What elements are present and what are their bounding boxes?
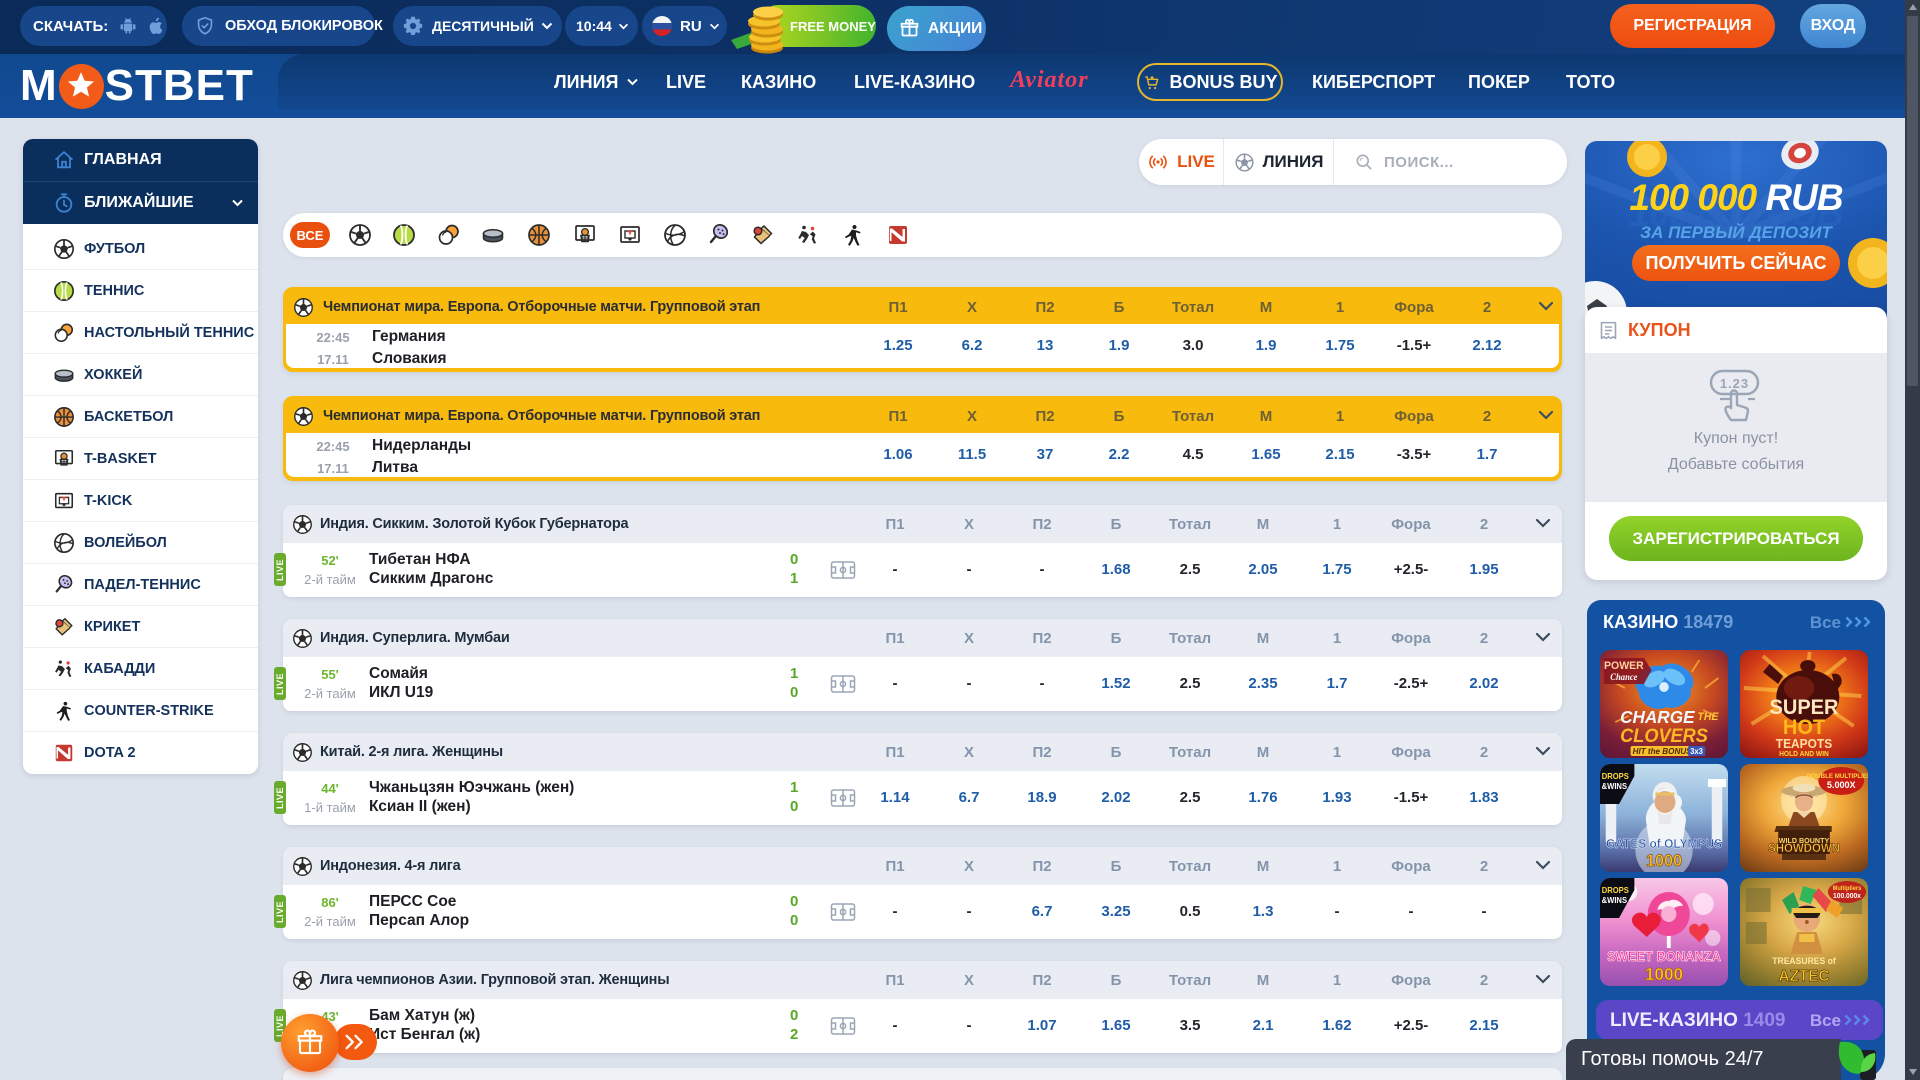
svg-text:HOLD AND WIN: HOLD AND WIN (1779, 751, 1829, 758)
svg-text:HOT: HOT (1783, 716, 1826, 740)
svg-text:1000: 1000 (1645, 964, 1683, 984)
svg-text:Chance: Chance (1610, 672, 1637, 682)
svg-text:CLOVERS: CLOVERS (1620, 725, 1708, 746)
svg-text:SWEET BONANZA: SWEET BONANZA (1607, 949, 1721, 964)
svg-text:DROPS: DROPS (1602, 886, 1629, 895)
svg-text:TREASURES of: TREASURES of (1772, 956, 1836, 966)
svg-text:Multipliers: Multipliers (1833, 886, 1862, 892)
svg-text:TEAPOTS: TEAPOTS (1776, 737, 1832, 751)
svg-text:1000: 1000 (1646, 851, 1682, 870)
svg-text:POWER: POWER (1604, 660, 1644, 672)
svg-text:DROPS: DROPS (1602, 772, 1629, 781)
svg-text:AZTEC: AZTEC (1779, 968, 1830, 985)
svg-text:&WINS: &WINS (1602, 782, 1627, 791)
svg-text:GATES of OLYMPUS: GATES of OLYMPUS (1606, 837, 1722, 851)
svg-text:5.000X: 5.000X (1827, 780, 1856, 790)
svg-text:3x3: 3x3 (1690, 747, 1703, 756)
svg-text:&WINS: &WINS (1602, 896, 1627, 905)
svg-text:THE: THE (1697, 711, 1719, 723)
svg-text:1.23: 1.23 (1720, 376, 1749, 391)
svg-text:HIT the BONUS: HIT the BONUS (1633, 746, 1692, 756)
svg-text:SHOWDOWN: SHOWDOWN (1768, 842, 1840, 855)
svg-text:100.000x: 100.000x (1833, 893, 1861, 900)
